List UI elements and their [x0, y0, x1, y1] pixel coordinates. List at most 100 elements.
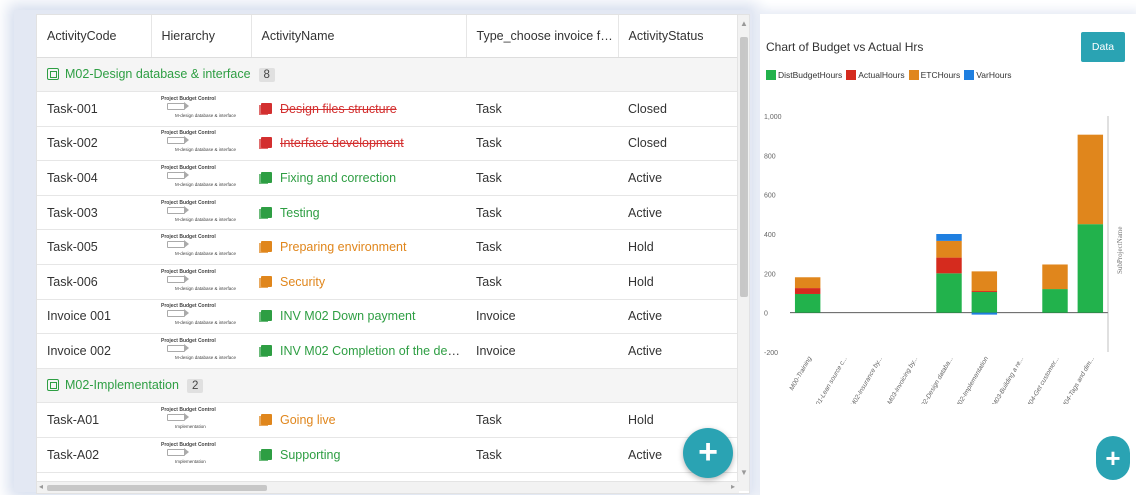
table-row[interactable]: Task-003 Project Budget Control M-design d… [37, 195, 739, 231]
hierarchy-diagram: Project Budget Control M-design database … [161, 128, 251, 158]
grid-panel: ActivityCode Hierarchy ActivityName Type… [14, 10, 752, 494]
table-row[interactable]: Task-004 Project Budget Control M-design d… [37, 160, 739, 196]
activity-name-cell[interactable]: Going live [251, 402, 466, 439]
y-tick-label: 200 [764, 271, 776, 278]
activity-name-cell[interactable]: INV M02 Completion of the desi... [251, 333, 466, 369]
activity-status-icon [259, 275, 272, 288]
type-cell: Task [466, 437, 618, 473]
activity-name-cell[interactable]: Design files structure [251, 91, 466, 127]
activity-name-cell[interactable]: Fixing and correction [251, 160, 466, 196]
activity-name-link[interactable]: Design files structure [280, 102, 397, 116]
group-expand-icon[interactable] [47, 379, 59, 392]
hierarchy-cell: Project Budget Control M-design database … [151, 333, 251, 369]
group-title: M02-Design database & interface [65, 66, 251, 81]
legend-label: ActualHours [858, 70, 905, 80]
table-row[interactable]: Task-002 Project Budget Control M-design d… [37, 126, 739, 162]
hierarchy-child-label: Implementation [175, 458, 206, 464]
activity-name-cell[interactable]: Security [251, 264, 466, 300]
vertical-scrollbar[interactable]: ▲ ▼ [737, 15, 749, 491]
activity-code-cell: Task-004 [37, 160, 151, 196]
activity-name-link[interactable]: Interface development [280, 136, 404, 150]
activity-name-link[interactable]: Security [280, 275, 325, 289]
legend-label: VarHours [976, 70, 1012, 80]
table-row[interactable]: Invoice 001 Project Budget Control M-desig… [37, 299, 739, 335]
bar-segment [1042, 289, 1068, 313]
activity-name-cell[interactable]: Testing [251, 195, 466, 231]
activity-name-link[interactable]: Testing [280, 206, 320, 220]
table-row[interactable]: Task-A02 Project Budget Control Implementa… [37, 437, 739, 473]
horizontal-scrollbar[interactable]: ◂ ▸ [37, 481, 739, 493]
activity-code-cell: Task-005 [37, 229, 151, 266]
hierarchy-cell: Project Budget Control M-design database … [151, 264, 251, 300]
hierarchy-child-label: M-design database & interface [175, 285, 237, 291]
activity-name-cell[interactable]: INV M02 Down payment [251, 299, 466, 335]
table-row[interactable]: Task-A01 Project Budget Control Implementa… [37, 402, 739, 439]
hierarchy-child-label: Implementation [175, 424, 206, 430]
scroll-down-icon[interactable]: ▼ [740, 468, 748, 477]
bar-segment [1077, 134, 1104, 225]
group-row[interactable]: M02-Design database & interface 8 [37, 57, 739, 93]
table-row[interactable]: Task-001 Project Budget Control M-design d… [37, 91, 739, 127]
type-cell: Task [466, 126, 618, 162]
table-row[interactable]: Task-006 Project Budget Control M-design d… [37, 264, 739, 300]
activity-status-cell: Active [618, 160, 739, 196]
column-header-activitystatus[interactable]: ActivityStatus [618, 15, 740, 58]
hierarchy-arrow-icon [167, 413, 189, 422]
bar-segment [794, 288, 821, 294]
activity-name-cell[interactable]: Supporting [251, 437, 466, 473]
activity-name-link[interactable]: INV M02 Down payment [280, 309, 415, 323]
activity-status-icon [259, 172, 272, 185]
group-expand-icon[interactable] [47, 67, 59, 80]
scroll-left-icon[interactable]: ◂ [39, 482, 43, 491]
activity-code-cell: Task-006 [37, 264, 151, 300]
activity-grid: ActivityCode Hierarchy ActivityName Type… [36, 14, 750, 494]
group-cell[interactable]: M02-Design database & interface 8 [37, 57, 739, 93]
horizontal-scroll-thumb[interactable] [47, 485, 267, 491]
hierarchy-cell: Project Budget Control Implementation [151, 402, 251, 439]
group-row[interactable]: M02-Implementation 2 [37, 368, 739, 404]
activity-name-link[interactable]: Going live [280, 413, 336, 427]
group-count-badge: 2 [186, 379, 204, 394]
x-tick-label: M02-Implementation [954, 355, 990, 404]
group-cell[interactable]: M02-Implementation 2 [37, 368, 739, 404]
data-button[interactable]: Data [1081, 32, 1125, 62]
legend-swatch [846, 70, 857, 80]
activity-status-cell: Active [618, 299, 739, 335]
hierarchy-diagram: Project Budget Control M-design database … [161, 267, 251, 297]
bar-segment [936, 234, 962, 241]
bar-segment [936, 273, 962, 313]
hierarchy-child-label: M-design database & interface [175, 320, 237, 326]
activity-name-cell[interactable]: Preparing environment [251, 229, 466, 266]
activity-code-cell: Task-001 [37, 91, 151, 127]
legend-item[interactable]: DistBudgetHours [766, 70, 842, 80]
scroll-up-icon[interactable]: ▲ [740, 19, 748, 28]
add-activity-button[interactable]: + [683, 428, 733, 478]
hierarchy-arrow-icon [167, 101, 189, 110]
scroll-right-icon[interactable]: ▸ [731, 482, 735, 491]
column-header-activityname[interactable]: ActivityName [251, 15, 467, 58]
activity-name-link[interactable]: Preparing environment [280, 240, 406, 254]
hierarchy-arrow-icon [167, 344, 189, 353]
column-header-type[interactable]: Type_choose invoice for ... [466, 15, 619, 58]
column-header-hierarchy[interactable]: Hierarchy [151, 15, 252, 58]
hierarchy-cell: Project Budget Control M-design database … [151, 160, 251, 196]
column-header-activitycode[interactable]: ActivityCode [37, 15, 152, 58]
table-row[interactable]: Task-005 Project Budget Control M-design d… [37, 229, 739, 266]
activity-name-cell[interactable]: Interface development [251, 126, 466, 162]
activity-status-icon [259, 206, 272, 219]
activity-name-link[interactable]: Fixing and correction [280, 171, 396, 185]
table-row[interactable]: Invoice 002 Project Budget Control M-desig… [37, 333, 739, 369]
y-tick-label: 800 [764, 153, 776, 160]
activity-table: ActivityCode Hierarchy ActivityName Type… [37, 15, 740, 473]
activity-name-link[interactable]: Supporting [280, 448, 340, 462]
legend-item[interactable]: ETCHours [908, 70, 960, 80]
activity-name-link[interactable]: INV M02 Completion of the desi... [280, 344, 466, 358]
activity-code-cell: Task-A01 [37, 402, 151, 439]
bar-segment [936, 257, 962, 274]
legend-item[interactable]: ActualHours [846, 70, 905, 80]
activity-code-cell: Invoice 002 [37, 333, 151, 369]
vertical-scroll-thumb[interactable] [740, 37, 748, 297]
legend-item[interactable]: VarHours [964, 70, 1012, 80]
add-chart-button[interactable]: + [1096, 436, 1130, 480]
hierarchy-cell: Project Budget Control Implementation [151, 437, 251, 473]
